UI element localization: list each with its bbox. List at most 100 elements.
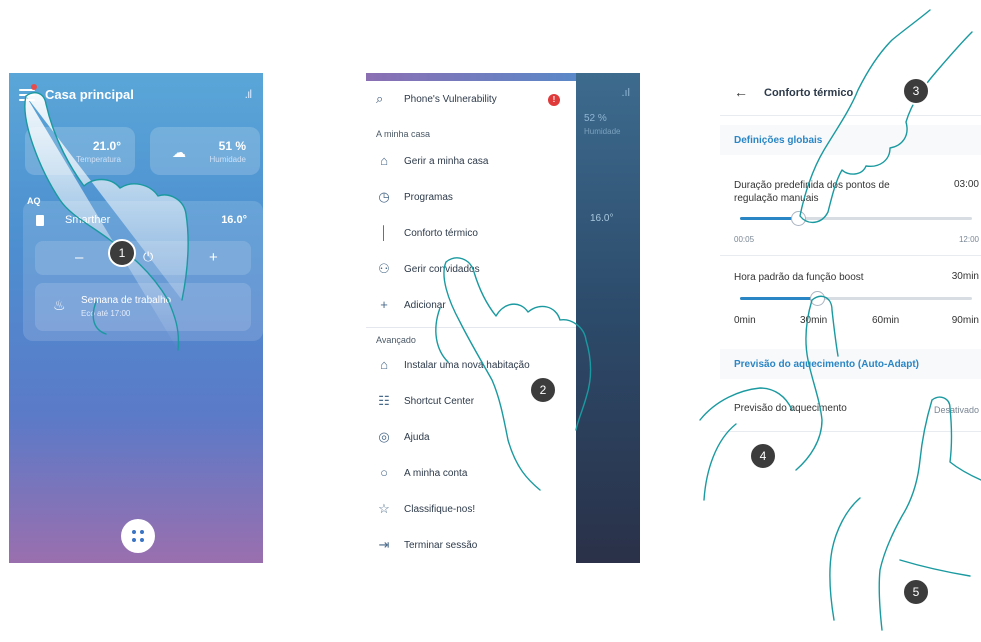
menu-item-label: Programas [404, 192, 453, 203]
humidity-label: Humidade [209, 155, 246, 164]
duration-slider[interactable] [740, 211, 972, 226]
program-detail: Eco até 17:00 [81, 309, 131, 318]
section-forecast: Previsão do aquecimento (Auto-Adapt) [720, 349, 981, 379]
bg-temperature: 16.0° [590, 213, 614, 224]
section-home-title: A minha casa [376, 129, 431, 139]
boost-tick: 90min [951, 315, 979, 326]
back-arrow-icon[interactable]: ← [734, 84, 748, 100]
menu-item-convidados[interactable]: ⚇ Gerir convidados [366, 261, 576, 281]
step-badge-1: 1 [108, 239, 136, 267]
menu-item-terminar-sessao[interactable]: ⇥ Terminar sessão [366, 537, 576, 557]
shortcut-icon: ☷ [378, 393, 390, 408]
humidity-card[interactable]: ☁ 51 % Humidade [150, 127, 260, 175]
boost-label: Hora padrão da função boost [734, 272, 864, 283]
clock-icon: ◷ [378, 189, 390, 204]
step-badge-4: 4 [749, 442, 777, 470]
duration-min-label: 00:05 [734, 235, 755, 244]
account-icon: ○ [380, 465, 388, 480]
menu-item-label: Gerir a minha casa [404, 156, 489, 167]
boost-tick: 30min [800, 315, 828, 326]
section-forecast-title: Previsão do aquecimento (Auto-Adapt) [734, 359, 920, 370]
step-badge-2: 2 [529, 376, 557, 404]
thermostat-name: Smarther [65, 214, 111, 226]
apps-button[interactable] [121, 519, 155, 553]
boost-tick: 60min [872, 315, 900, 326]
duration-max-label: 12:00 [958, 235, 979, 244]
thermostat-card[interactable]: Smarther 16.0° – ⏻ + ♨ Semana de trabalh… [23, 201, 263, 341]
menu-item-label: Ajuda [404, 432, 430, 443]
menu-screen: .ıl 52 % Humidade 16.0° ⌕ Phone's Vulner… [366, 73, 640, 563]
signal-icon: .ıl [244, 87, 252, 101]
section-advanced-title: Avançado [376, 335, 416, 345]
home-title: Casa principal [45, 87, 134, 102]
new-home-icon: ⌂ [380, 357, 388, 372]
vulnerability-label: Phone's Vulnerability [404, 94, 497, 105]
duration-value: 03:00 [953, 179, 979, 190]
section-global-settings: Definições globais [720, 125, 981, 155]
hamburger-menu-icon[interactable] [19, 89, 35, 101]
program-mode-card[interactable]: ♨ Semana de trabalho Eco até 17:00 [35, 283, 251, 331]
menu-item-minha-conta[interactable]: ○ A minha conta [366, 465, 576, 485]
home-header: Casa principal .ıl [9, 73, 263, 117]
step-badge-5: 5 [902, 578, 930, 606]
droplet-icon: ☁ [172, 144, 186, 160]
menu-item-gerir-casa[interactable]: ⌂ Gerir a minha casa [366, 153, 576, 173]
menu-item-label: Gerir convidados [404, 264, 480, 275]
forecast-value[interactable]: Desativado [934, 405, 979, 415]
thermostat-icon [36, 215, 44, 226]
menu-item-nova-habitacao[interactable]: ⌂ Instalar uma nova habitação [366, 357, 576, 377]
thermometer-icon: │ [379, 225, 389, 240]
temperature-label: Temperatura [76, 155, 121, 164]
section-global-title: Definições globais [734, 135, 823, 146]
boost-tick: 0min [734, 315, 756, 326]
drawer-header [366, 73, 576, 81]
boost-value: 30min [951, 271, 979, 282]
page-title: Conforto térmico [764, 87, 854, 99]
menu-item-label: Terminar sessão [404, 540, 478, 551]
setpoint-controls: – ⏻ + [35, 241, 251, 275]
thermal-header: ← Conforto térmico [720, 73, 981, 116]
star-icon: ☆ [378, 501, 390, 516]
duration-slider-knob[interactable] [791, 211, 806, 226]
divider [720, 431, 981, 432]
power-icon[interactable]: ⏻ [143, 249, 153, 265]
plus-icon: + [380, 297, 388, 312]
plus-button[interactable]: + [209, 249, 218, 266]
divider [366, 327, 576, 328]
duration-label: Duração predefinida dos pontos de regula… [734, 180, 890, 204]
divider [720, 255, 981, 256]
duration-slider-fill [740, 217, 798, 220]
menu-item-programas[interactable]: ◷ Programas [366, 189, 576, 209]
menu-item-ajuda[interactable]: ◎ Ajuda [366, 429, 576, 449]
boost-slider-knob[interactable] [809, 291, 825, 306]
temperature-value: 21.0° [92, 139, 121, 153]
signal-icon: .ıl [621, 87, 630, 99]
users-icon: ⚇ [378, 261, 390, 276]
menu-item-adicionar[interactable]: + Adicionar [366, 297, 576, 317]
menu-item-conforto-termico[interactable]: │ Conforto térmico [366, 225, 576, 245]
bg-humidity-label: Humidade [584, 127, 621, 136]
forecast-label[interactable]: Previsão do aquecimento [734, 403, 847, 414]
boost-slider-fill [740, 297, 817, 300]
minus-button[interactable]: – [75, 249, 83, 266]
step-badge-3: 3 [902, 77, 930, 105]
home-icon: ⌂ [380, 153, 388, 168]
flame-icon: ♨ [53, 297, 66, 313]
menu-item-label: Classifique-nos! [404, 504, 476, 515]
background-dimmed[interactable]: .ıl 52 % Humidade 16.0° [576, 73, 640, 563]
menu-item-label: Adicionar [404, 300, 446, 311]
side-drawer: ⌕ Phone's Vulnerability ! A minha casa ⌂… [366, 73, 576, 563]
logout-icon: ⇥ [378, 537, 390, 552]
vulnerability-item[interactable]: ⌕ Phone's Vulnerability ! [366, 91, 576, 111]
boost-slider[interactable] [740, 291, 972, 306]
humidity-value: 51 % [218, 139, 246, 153]
menu-item-label: Shortcut Center [404, 396, 475, 407]
notification-dot [31, 84, 37, 90]
alert-badge: ! [548, 94, 560, 106]
menu-item-label: Conforto térmico [404, 228, 478, 239]
phone-search-icon: ⌕ [376, 91, 384, 106]
menu-item-label: Instalar uma nova habitação [404, 360, 530, 371]
menu-item-classifique[interactable]: ☆ Classifique-nos! [366, 501, 576, 521]
program-name: Semana de trabalho [81, 295, 172, 306]
temperature-card[interactable]: 21.0° Temperatura [25, 127, 135, 175]
